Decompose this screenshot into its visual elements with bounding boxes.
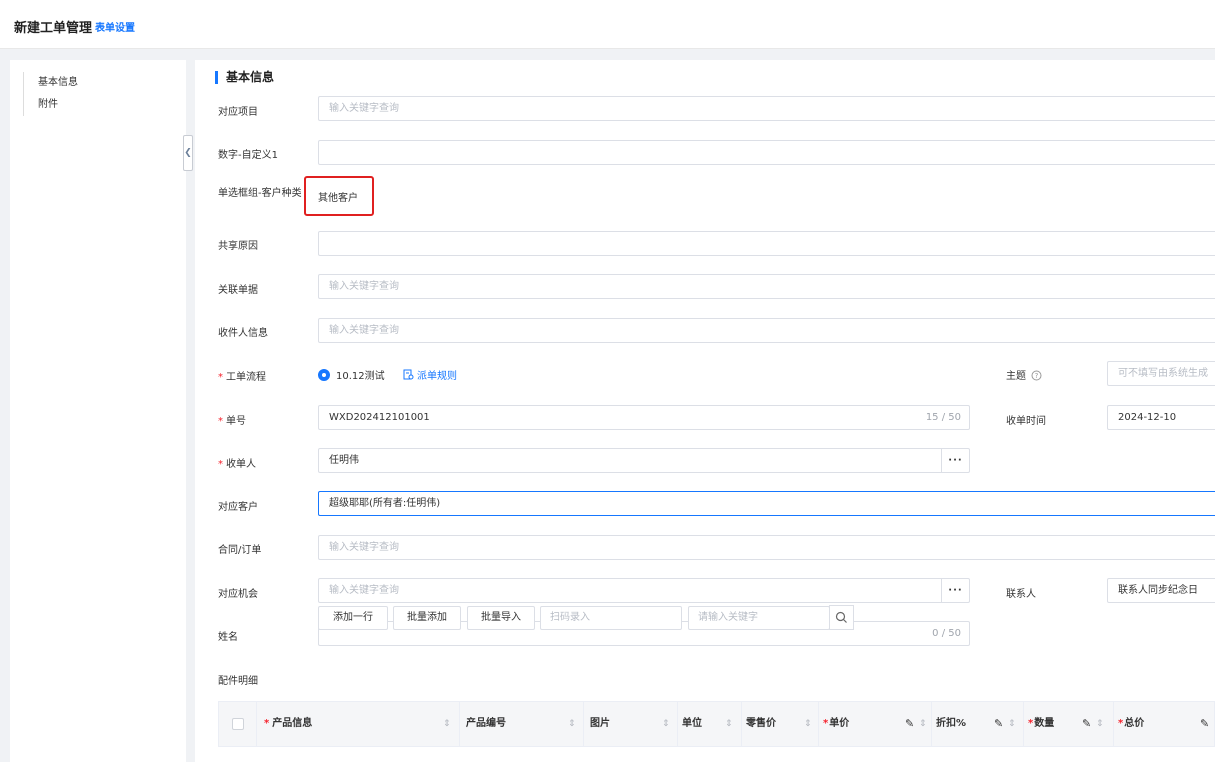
customer-type-label: 单选框组-客户种类 xyxy=(218,188,302,199)
select-all-checkbox[interactable] xyxy=(232,718,244,730)
sidebar-item-basic-info[interactable]: 基本信息 xyxy=(38,72,78,94)
sort-icon[interactable]: ⇕ xyxy=(662,702,670,746)
collapse-left-icon[interactable]: ❮ xyxy=(183,135,193,171)
order-no-input[interactable]: WXD202412101001 15 / 50 xyxy=(318,405,970,430)
page-header: 新建工单管理 表单设置 xyxy=(0,0,1215,49)
order-no-label: * 单号 xyxy=(218,416,246,427)
customer-type-option[interactable]: 其他客户 xyxy=(318,189,358,204)
select-all-cell xyxy=(219,702,257,746)
column-unit[interactable]: 单位 ⇕ xyxy=(678,702,742,746)
radio-selected-icon xyxy=(318,369,330,381)
help-circle-icon: ? xyxy=(1031,370,1042,381)
name-label: 姓名 xyxy=(218,632,238,643)
batch-import-button[interactable]: 批量导入 xyxy=(467,606,535,630)
customer-input[interactable]: 超级耶耶(所有者:任明伟) xyxy=(318,491,1215,516)
add-row-button[interactable]: 添加一行 xyxy=(318,606,388,630)
sort-icon[interactable]: ⇕ xyxy=(1008,702,1016,746)
related-doc-input[interactable]: 输入关键字查询 xyxy=(318,274,1215,299)
edit-pen-icon[interactable]: ✎ xyxy=(1200,702,1209,746)
form-main: 基本信息 对应项目 输入关键字查询 数字-自定义1 单选框组-客户种类 其他客户… xyxy=(195,60,1215,762)
receiver-input[interactable]: 任明伟 ··· xyxy=(318,448,970,473)
subject-label: 主题 ? xyxy=(1006,367,1042,382)
receive-time-input[interactable]: 2024-12-10 xyxy=(1107,405,1215,430)
char-count: 0 / 50 xyxy=(932,628,961,639)
project-input[interactable]: 输入关键字查询 xyxy=(318,96,1215,121)
sort-icon[interactable]: ⇕ xyxy=(919,702,927,746)
column-quantity[interactable]: *数量 ✎ ⇕ xyxy=(1024,702,1114,746)
customer-label: 对应客户 xyxy=(218,502,258,513)
contract-input[interactable]: 输入关键字查询 xyxy=(318,535,1215,560)
page-title: 新建工单管理 xyxy=(14,21,93,36)
more-dots-icon[interactable]: ··· xyxy=(941,449,969,472)
share-reason-label: 共享原因 xyxy=(218,241,258,252)
edit-pen-icon[interactable]: ✎ xyxy=(905,702,914,746)
char-count: 15 / 50 xyxy=(925,412,961,423)
parts-label: 配件明细 xyxy=(218,676,258,687)
form-settings-link[interactable]: 表单设置 xyxy=(95,19,135,34)
column-discount[interactable]: 折扣% ✎ ⇕ xyxy=(932,702,1024,746)
column-product-info[interactable]: * 产品信息 ⇕ xyxy=(257,702,460,746)
batch-add-button[interactable]: 批量添加 xyxy=(393,606,461,630)
sidebar-nav: 基本信息 附件 xyxy=(23,72,78,116)
contract-label: 合同/订单 xyxy=(218,545,262,556)
contact-input[interactable]: 联系人同步纪念日 xyxy=(1107,578,1215,603)
sort-icon[interactable]: ⇕ xyxy=(443,702,451,746)
column-image[interactable]: 图片 ⇕ xyxy=(584,702,678,746)
column-retail-price[interactable]: 零售价 ⇕ xyxy=(742,702,819,746)
receive-time-label: 收单时间 xyxy=(1006,416,1046,427)
opportunity-label: 对应机会 xyxy=(218,589,258,600)
search-icon xyxy=(835,611,847,623)
project-label: 对应项目 xyxy=(218,107,258,118)
column-total-price[interactable]: *总价 ✎ xyxy=(1114,702,1215,746)
svg-text:?: ? xyxy=(1035,372,1039,380)
recipient-info-input[interactable]: 输入关键字查询 xyxy=(318,318,1215,343)
keyword-search-input[interactable]: 请输入关键字 xyxy=(688,606,830,630)
scan-input[interactable]: 扫码录入 xyxy=(540,606,682,630)
related-doc-label: 关联单据 xyxy=(218,285,258,296)
opportunity-input[interactable]: 输入关键字查询 ··· xyxy=(318,578,970,603)
sort-icon[interactable]: ⇕ xyxy=(1096,702,1104,746)
workflow-label: * 工单流程 xyxy=(218,372,266,383)
share-reason-input[interactable] xyxy=(318,231,1215,256)
edit-pen-icon[interactable]: ✎ xyxy=(994,702,1003,746)
number-custom-input[interactable] xyxy=(318,140,1215,165)
edit-pen-icon[interactable]: ✎ xyxy=(1082,702,1091,746)
sidebar-item-attachments[interactable]: 附件 xyxy=(38,94,78,116)
dispatch-rule-link[interactable]: 派单规则 xyxy=(403,367,457,382)
more-dots-icon[interactable]: ··· xyxy=(941,579,969,602)
section-title: 基本信息 xyxy=(215,71,274,84)
parts-table-header: * 产品信息 ⇕ 产品编号 ⇕ 图片 ⇕ 单位 ⇕ 零售价 ⇕ *单价 ✎ ⇕ 折扣% ✎ ⇕ *数… xyxy=(218,701,1215,747)
sort-icon[interactable]: ⇕ xyxy=(568,702,576,746)
receiver-label: * 收单人 xyxy=(218,459,256,470)
workflow-radio[interactable]: 10.12测试 xyxy=(318,367,385,382)
recipient-info-label: 收件人信息 xyxy=(218,328,268,339)
contact-label: 联系人 xyxy=(1006,589,1036,600)
rule-doc-icon xyxy=(403,369,414,380)
sidebar: 基本信息 附件 xyxy=(10,60,186,762)
number-custom-label: 数字-自定义1 xyxy=(218,150,278,161)
sort-icon[interactable]: ⇕ xyxy=(725,702,733,746)
subject-input[interactable]: 可不填写由系统生成 xyxy=(1107,361,1215,386)
column-product-code[interactable]: 产品编号 ⇕ xyxy=(460,702,584,746)
column-unit-price[interactable]: *单价 ✎ ⇕ xyxy=(819,702,932,746)
sort-icon[interactable]: ⇕ xyxy=(804,702,812,746)
search-button[interactable] xyxy=(829,605,854,630)
